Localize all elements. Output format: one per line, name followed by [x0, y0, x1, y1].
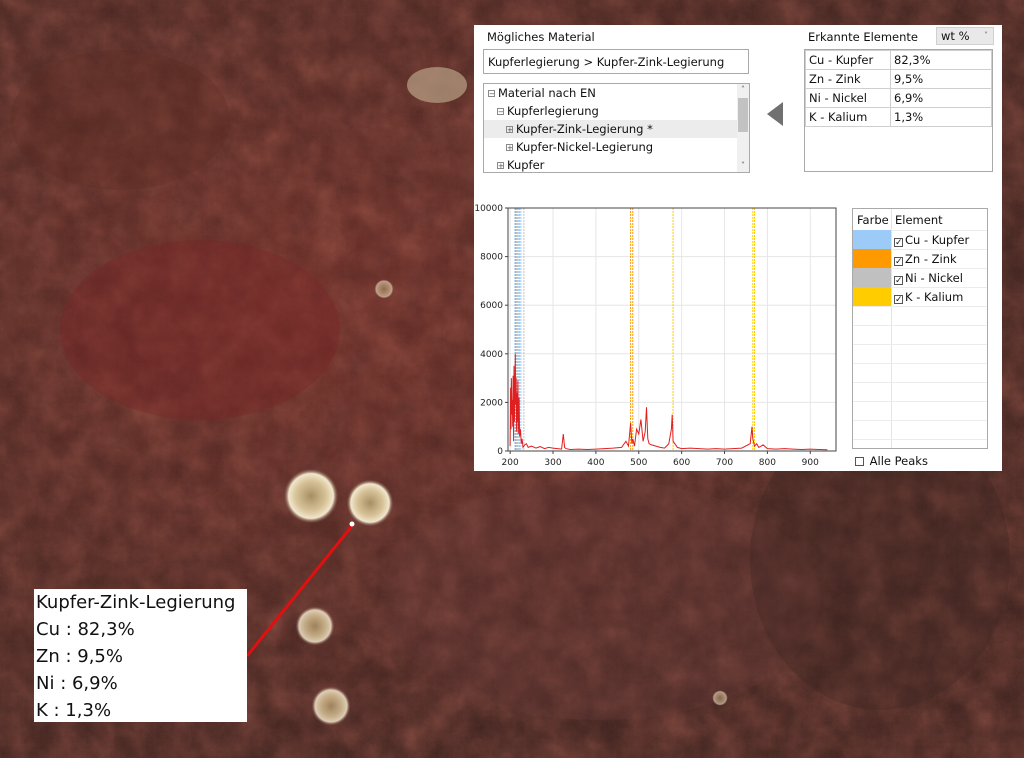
legend-label: Zn - Zink: [905, 252, 957, 266]
legend-color-swatch: [853, 268, 891, 287]
legend-checkbox[interactable]: ✓: [894, 257, 903, 267]
inclusion-spot: [283, 468, 339, 524]
tree-item-label: Kupfer-Zink-Legierung *: [516, 122, 653, 136]
spectrum-chart: 200 300 400 500 600 700 800 900 0 2000 4000 6000 800…: [474, 204, 837, 468]
legend-label: Cu - Kupfer: [905, 233, 970, 247]
inclusion-spot-target: [346, 479, 394, 527]
x-tick-label: 600: [673, 458, 690, 468]
element-name: Zn - Zink: [805, 69, 891, 89]
y-tick-label: 6000: [480, 301, 503, 311]
chevron-down-icon: ˅: [984, 31, 988, 40]
analysis-panel: Mögliches Material Kupferlegierung > Kup…: [474, 25, 1002, 471]
element-value: 9,5%: [890, 69, 992, 89]
x-tick-label: 200: [502, 458, 519, 468]
y-tick-label: 2000: [480, 398, 503, 408]
tree-item-label: Kupfer-Nickel-Legierung: [516, 140, 654, 154]
annotation-title: Kupfer-Zink-Legierung: [36, 592, 236, 613]
x-tick-label: 400: [587, 458, 604, 468]
plot-area: [508, 208, 836, 451]
element-value: 1,3%: [890, 107, 992, 127]
x-tick-label: 300: [544, 458, 561, 468]
all-peaks-label: Alle Peaks: [869, 454, 928, 468]
all-peaks-toggle[interactable]: Alle Peaks: [855, 454, 928, 468]
legend-row: ✓ Cu - Kupfer: [853, 230, 987, 249]
x-tick-label: 500: [630, 458, 647, 468]
all-peaks-checkbox[interactable]: [855, 457, 864, 466]
legend-label: K - Kalium: [905, 290, 964, 304]
tree-item[interactable]: + Kupfer-Nickel-Legierung: [484, 138, 737, 156]
y-tick-label: 8000: [480, 253, 503, 263]
tree-scrollbar[interactable]: ˄ ˅: [737, 84, 749, 172]
tree-item-label: Material nach EN: [498, 86, 596, 100]
legend-checkbox[interactable]: ✓: [894, 295, 903, 305]
inclusion-spot: [295, 606, 335, 646]
apply-material-arrow-icon[interactable]: [767, 102, 785, 126]
legend-row: ✓ Zn - Zink: [853, 249, 987, 268]
unit-selector-value: wt %: [941, 29, 970, 43]
tree-item[interactable]: + Kupfer-Zink-Legierung *: [484, 120, 737, 138]
elements-table: Cu - Kupfer 82,3% Zn - Zink 9,5% Ni - Nickel…: [804, 49, 993, 172]
expand-icon[interactable]: +: [506, 144, 513, 152]
scroll-thumb[interactable]: [738, 98, 748, 132]
expand-icon[interactable]: +: [497, 162, 504, 170]
element-row: K - Kalium 1,3%: [805, 107, 992, 127]
material-title: Mögliches Material: [487, 30, 595, 44]
element-row: Ni - Nickel 6,9%: [805, 88, 992, 108]
tree-item[interactable]: − Material nach EN: [484, 84, 737, 102]
legend-label: Ni - Nickel: [905, 271, 963, 285]
x-tick-label: 700: [716, 458, 733, 468]
x-tick-label: 900: [802, 458, 819, 468]
collapse-icon[interactable]: −: [488, 90, 495, 98]
tree-item-label: Kupfer: [507, 158, 545, 172]
element-value: 82,3%: [890, 50, 992, 70]
collapse-icon[interactable]: −: [497, 108, 504, 116]
inclusion-spot: [311, 686, 351, 726]
elements-title: Erkannte Elemente: [808, 30, 919, 44]
annotation-line-k: K : 1,3%: [36, 700, 112, 721]
tree-item[interactable]: + Kupfer: [484, 156, 737, 172]
element-value: 6,9%: [890, 88, 992, 108]
legend-table: Farbe Element ✓ Cu - Kupfer ✓ Zn - Zink ✓ Ni …: [852, 208, 988, 449]
scroll-down-icon[interactable]: ˅: [738, 161, 748, 171]
annotation-line-cu: Cu : 82,3%: [36, 619, 135, 640]
scroll-up-icon[interactable]: ˄: [738, 85, 748, 95]
x-tick-label: 800: [759, 458, 776, 468]
y-tick-label: 10000: [474, 204, 503, 214]
expand-icon[interactable]: +: [506, 126, 513, 134]
annotation-line-zn: Zn : 9,5%: [36, 646, 123, 667]
material-path-field[interactable]: Kupferlegierung > Kupfer-Zink-Legierung: [483, 49, 749, 74]
legend-color-swatch: [853, 287, 891, 306]
element-name: Ni - Nickel: [805, 88, 891, 108]
material-path-value: Kupferlegierung > Kupfer-Zink-Legierung: [488, 55, 725, 69]
element-row: Zn - Zink 9,5%: [805, 69, 992, 89]
element-name: Cu - Kupfer: [805, 50, 891, 70]
element-row: Cu - Kupfer 82,3%: [805, 50, 992, 70]
unit-selector[interactable]: wt % ˅: [936, 27, 994, 45]
tree-item[interactable]: − Kupferlegierung: [484, 102, 737, 120]
legend-color-swatch: [853, 249, 891, 268]
annotation-line-ni: Ni : 6,9%: [36, 673, 118, 694]
legend-color-swatch: [853, 230, 891, 249]
legend-row: ✓ K - Kalium: [853, 287, 987, 306]
y-tick-label: 0: [497, 447, 503, 457]
legend-col-element: Element: [895, 213, 943, 227]
legend-col-color: Farbe: [857, 213, 889, 227]
element-name: K - Kalium: [805, 107, 891, 127]
legend-row: ✓ Ni - Nickel: [853, 268, 987, 287]
legend-checkbox[interactable]: ✓: [894, 238, 903, 248]
annotation-box: Kupfer-Zink-Legierung Cu : 82,3% Zn : 9,…: [34, 589, 247, 722]
y-tick-label: 4000: [480, 350, 503, 360]
legend-checkbox[interactable]: ✓: [894, 276, 903, 286]
tree-item-label: Kupferlegierung: [507, 104, 599, 118]
material-tree[interactable]: − Material nach EN − Kupferlegierung + Kupfer…: [483, 83, 750, 173]
